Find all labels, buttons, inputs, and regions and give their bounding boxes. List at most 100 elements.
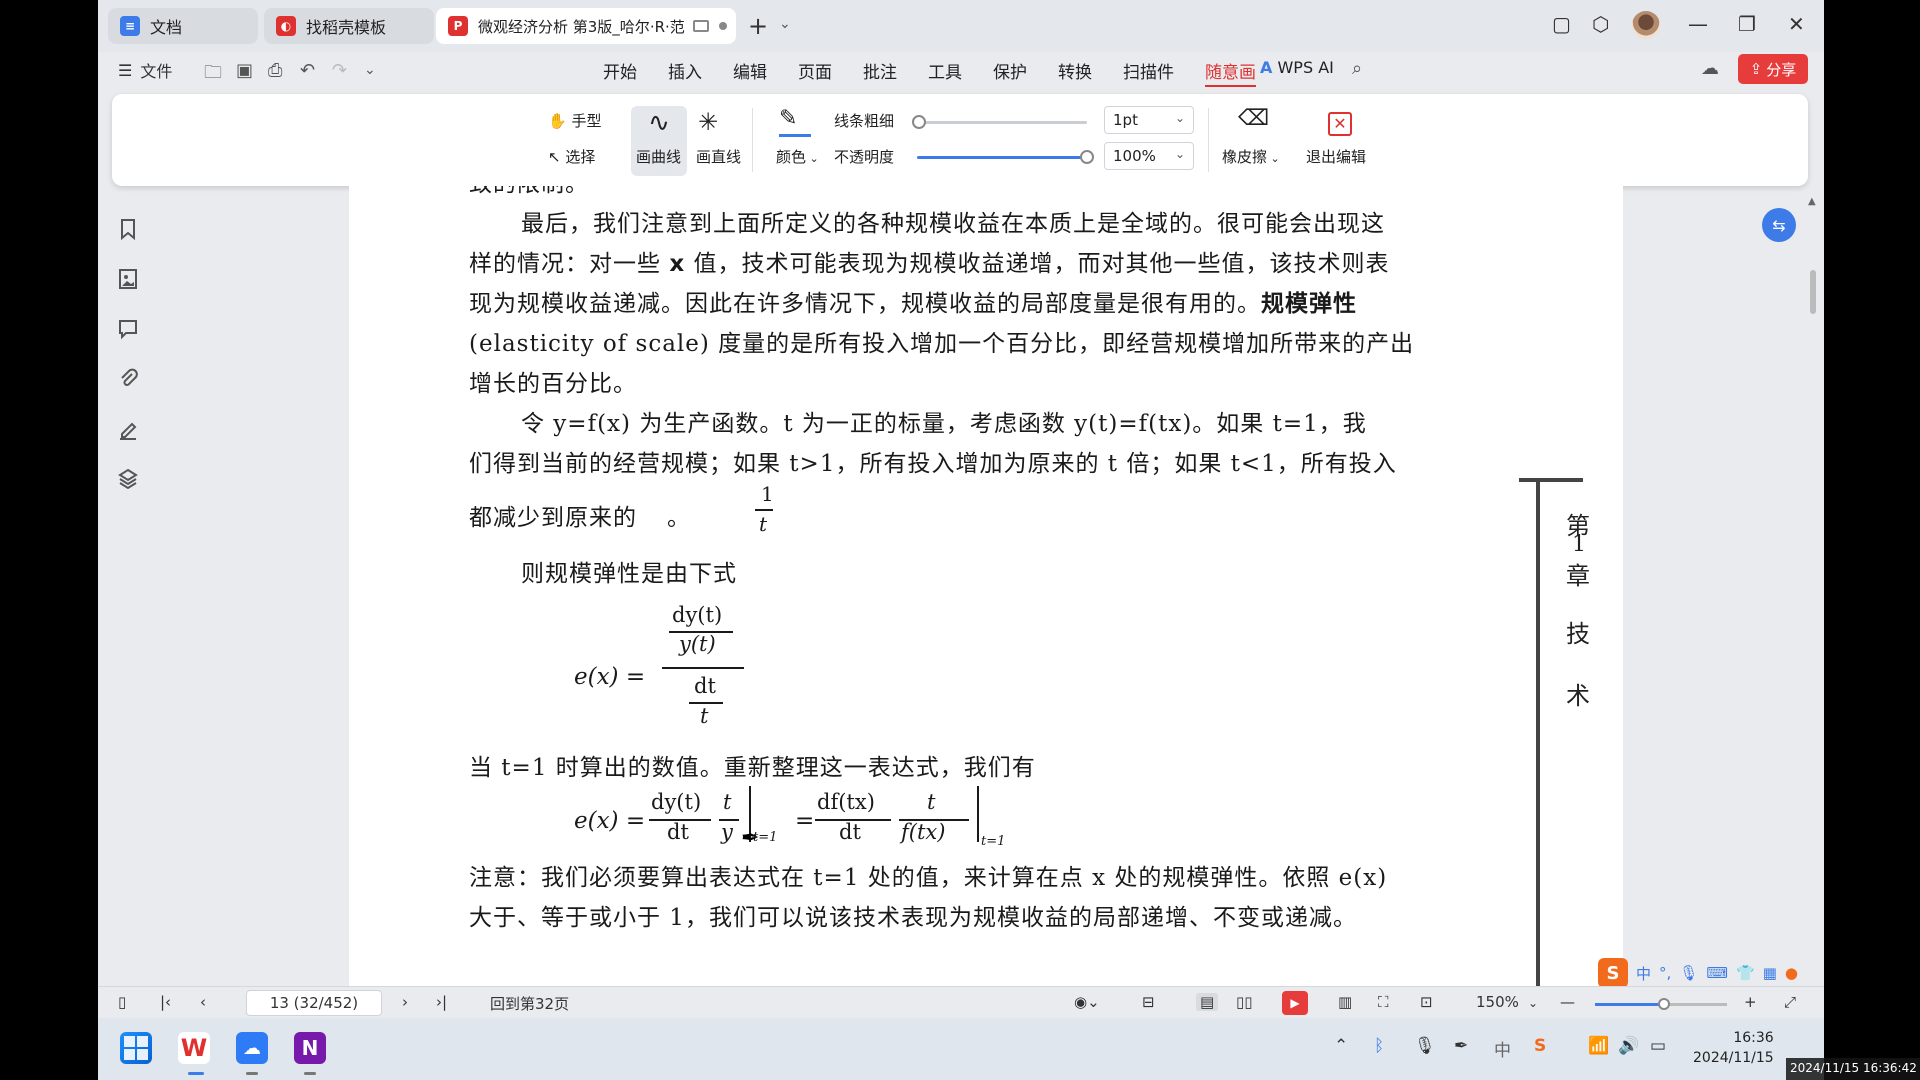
zoom-out-icon[interactable]: — bbox=[1560, 993, 1575, 1011]
bluetooth-icon[interactable]: ᛒ bbox=[1374, 1036, 1384, 1056]
page-number-input[interactable]: 13 (32/452) bbox=[246, 990, 382, 1016]
tab-page[interactable]: 页面 bbox=[798, 58, 832, 87]
select-tool-button[interactable]: ↖ 选择 bbox=[548, 146, 595, 167]
microphone-icon[interactable]: 🎙 bbox=[1414, 1036, 1436, 1056]
search-icon[interactable]: ⌕ bbox=[1352, 58, 1362, 79]
evaluation-bar bbox=[977, 786, 979, 842]
save-icon[interactable]: ▣ bbox=[236, 60, 253, 81]
last-page-icon[interactable]: ›| bbox=[436, 993, 447, 1011]
two-page-icon[interactable]: ▯▯ bbox=[1236, 993, 1253, 1011]
sogou-tray-icon[interactable]: S bbox=[1534, 1036, 1546, 1056]
close-icon[interactable]: ✕ bbox=[1788, 12, 1805, 36]
zoom-in-icon[interactable]: + bbox=[1744, 993, 1757, 1011]
line-width-slider[interactable] bbox=[917, 121, 1087, 124]
single-page-icon[interactable]: ⊟ bbox=[1142, 993, 1155, 1011]
tab-edit[interactable]: 编辑 bbox=[733, 58, 767, 87]
more-chevron-icon[interactable]: ⌄ bbox=[364, 62, 376, 78]
zoom-level[interactable]: 150% bbox=[1476, 993, 1519, 1011]
first-page-icon[interactable]: |‹ bbox=[160, 993, 171, 1011]
file-menu[interactable]: ☰ 文件 bbox=[118, 58, 172, 82]
tab-protect[interactable]: 保护 bbox=[993, 58, 1027, 87]
opacity-slider-knob[interactable] bbox=[1080, 150, 1094, 164]
play-icon[interactable]: ▶ bbox=[1282, 991, 1308, 1015]
next-page-icon[interactable]: › bbox=[402, 993, 408, 1011]
chevron-down-icon[interactable]: ⌄ bbox=[779, 16, 791, 32]
panel-toggle-icon[interactable]: ▯ bbox=[118, 993, 126, 1011]
app-indicator bbox=[246, 1072, 258, 1075]
back-to-page-link[interactable]: 回到第32页 bbox=[490, 993, 569, 1014]
punctuation-icon[interactable]: °, bbox=[1659, 964, 1671, 982]
wps-ai-button[interactable]: A WPS AI bbox=[1260, 58, 1334, 77]
vertical-scrollbar[interactable] bbox=[1810, 270, 1816, 314]
chevron-down-icon[interactable]: ⌄ bbox=[1528, 996, 1538, 1010]
tab-insert[interactable]: 插入 bbox=[668, 58, 702, 87]
tab-label: 文档 bbox=[150, 18, 183, 37]
fullscreen-icon[interactable]: ⤢ bbox=[1784, 993, 1796, 1011]
redo-icon[interactable]: ↷ bbox=[332, 60, 347, 81]
ime-avatar-icon[interactable]: ● bbox=[1785, 964, 1798, 982]
system-clock[interactable]: 16:36 2024/11/15 bbox=[1693, 1028, 1774, 1068]
eye-icon[interactable]: ◉⌄ bbox=[1074, 993, 1100, 1011]
tray-expand-icon[interactable]: ⌃ bbox=[1334, 1036, 1348, 1056]
sogou-ime-icon[interactable]: S bbox=[1598, 958, 1628, 988]
tab-comment[interactable]: 批注 bbox=[863, 58, 897, 87]
draw-curve-button[interactable]: 画曲线 bbox=[636, 146, 681, 167]
fit-page-icon[interactable]: ⛶ bbox=[1378, 993, 1389, 1011]
new-tab-icon[interactable]: + bbox=[748, 12, 768, 40]
text-line: 大于、等于或小于 1，我们可以说该技术表现为规模收益的局部递增、不变或递减。 bbox=[469, 905, 1357, 931]
continuous-page-icon[interactable]: ▤ bbox=[1196, 993, 1219, 1011]
onenote-app-icon[interactable]: N bbox=[294, 1032, 326, 1064]
text-line: 样的情况：对一些 x 值，技术可能表现为规模收益递增，而对其他一些值，该技术则表 bbox=[469, 244, 1389, 278]
keyboard-icon[interactable]: ⌨ bbox=[1706, 964, 1728, 982]
opacity-select[interactable]: 100% ⌄ bbox=[1104, 142, 1194, 170]
share-button[interactable]: ⇪ 分享 bbox=[1738, 54, 1808, 84]
eq2-lhs: e(x) = bbox=[574, 808, 646, 834]
line-width-slider-knob[interactable] bbox=[912, 115, 926, 129]
tab-pdf[interactable]: P 微观经济分析 第3版_哈尔·R·范 bbox=[436, 8, 736, 44]
unsaved-dot-icon[interactable] bbox=[718, 22, 727, 30]
window-tile-icon[interactable]: ▢ bbox=[1552, 12, 1571, 36]
zoom-slider-knob[interactable] bbox=[1658, 998, 1670, 1010]
tab-convert[interactable]: 转换 bbox=[1058, 58, 1092, 87]
avatar[interactable] bbox=[1632, 11, 1660, 39]
tab-freehand[interactable]: 随意画 bbox=[1205, 58, 1256, 87]
tab-tools[interactable]: 工具 bbox=[928, 58, 962, 87]
line-width-select[interactable]: 1pt ⌄ bbox=[1104, 106, 1194, 134]
tab-start[interactable]: 开始 bbox=[603, 58, 637, 87]
eq2-f4-den: f(tx) bbox=[901, 820, 946, 844]
scroll-up-icon[interactable]: ▲ bbox=[1808, 196, 1816, 207]
eq2-f1-num: dy(t) bbox=[651, 790, 702, 814]
restore-icon[interactable]: ❐ bbox=[1738, 12, 1756, 36]
windows-start-icon[interactable] bbox=[120, 1032, 152, 1064]
actual-size-icon[interactable]: ⊡ bbox=[1420, 993, 1433, 1011]
print-icon[interactable]: ⎙ bbox=[268, 60, 282, 81]
eraser-button[interactable]: 橡皮擦 ⌄ bbox=[1222, 146, 1280, 167]
color-button[interactable]: 颜色 ⌄ bbox=[776, 146, 819, 167]
pen-icon[interactable]: ✒ bbox=[1454, 1036, 1468, 1056]
minimize-icon[interactable]: — bbox=[1688, 12, 1708, 36]
draw-line-button[interactable]: 画直线 bbox=[696, 146, 741, 167]
fit-width-icon[interactable]: ▥ bbox=[1338, 993, 1352, 1011]
translate-assist-icon[interactable]: ⇆ bbox=[1762, 208, 1796, 242]
tab-docs[interactable]: ≡ 文档 bbox=[108, 8, 258, 44]
exit-edit-button[interactable]: 退出编辑 bbox=[1306, 146, 1366, 167]
tab-docer[interactable]: ◐ 找稻壳模板 bbox=[264, 8, 434, 44]
prev-page-icon[interactable]: ‹ bbox=[200, 993, 206, 1011]
hand-tool-button[interactable]: ✋ 手型 bbox=[548, 110, 601, 131]
cloud-upload-icon[interactable]: ☁ bbox=[1701, 58, 1719, 79]
opacity-slider[interactable] bbox=[917, 156, 1087, 159]
ime-lang[interactable]: 中 bbox=[1636, 963, 1651, 984]
input-lang-indicator[interactable]: 中 bbox=[1494, 1036, 1511, 1061]
cube-icon[interactable]: ⬡ bbox=[1592, 12, 1609, 36]
wifi-icon[interactable]: 📶 bbox=[1588, 1036, 1609, 1056]
undo-icon[interactable]: ↶ bbox=[300, 60, 315, 81]
wps-app-icon[interactable]: W bbox=[178, 1032, 210, 1064]
grid-icon[interactable]: ▦ bbox=[1763, 964, 1777, 982]
open-folder-icon[interactable]: 🗀 bbox=[204, 60, 222, 90]
microphone-icon[interactable]: 🎙 bbox=[1679, 964, 1698, 982]
skin-icon[interactable]: 👕 bbox=[1736, 964, 1755, 982]
volume-icon[interactable]: 🔊 bbox=[1618, 1036, 1639, 1056]
cloud-app-icon[interactable]: ☁ bbox=[236, 1032, 268, 1064]
tab-scan[interactable]: 扫描件 bbox=[1123, 58, 1174, 87]
battery-icon[interactable]: ▭ bbox=[1650, 1036, 1666, 1056]
